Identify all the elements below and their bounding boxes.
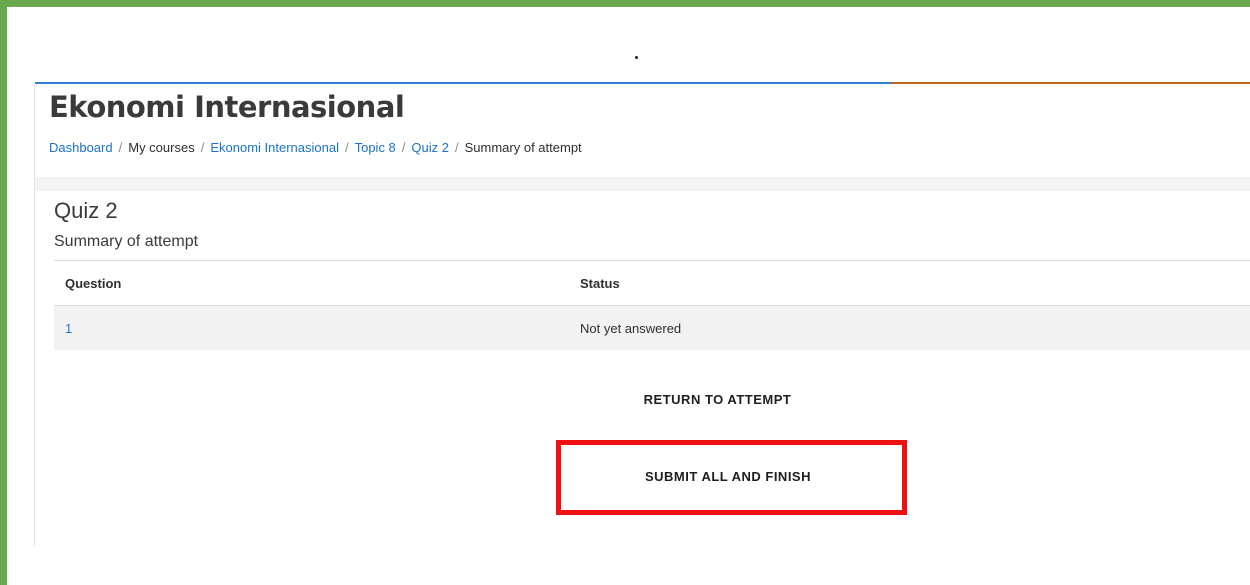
page-title: Ekonomi Internasional <box>49 90 405 124</box>
status-cell: Not yet answered <box>569 305 1250 350</box>
quiz-title: Quiz 2 <box>54 198 118 223</box>
breadcrumb-course[interactable]: Ekonomi Internasional <box>210 140 339 155</box>
summary-table: Question Status 1 Not yet answered <box>54 260 1250 350</box>
breadcrumb: Dashboard / My courses / Ekonomi Internasion… <box>49 140 582 155</box>
table-header-row: Question Status <box>54 260 1250 306</box>
question-link[interactable]: 1 <box>65 321 72 336</box>
breadcrumb-separator: / <box>344 140 349 155</box>
summary-heading: Summary of attempt <box>54 233 199 250</box>
accent-bar-orange <box>891 82 1250 84</box>
breadcrumb-my-courses: My courses <box>128 140 195 155</box>
breadcrumb-separator: / <box>118 140 123 155</box>
breadcrumb-separator: / <box>401 140 406 155</box>
breadcrumb-separator: / <box>455 140 459 155</box>
column-header-question: Question <box>54 260 569 306</box>
breadcrumb-quiz[interactable]: Quiz 2 <box>411 140 449 155</box>
content-left-border <box>34 84 35 546</box>
breadcrumb-dashboard[interactable]: Dashboard <box>49 140 113 155</box>
breadcrumb-topic[interactable]: Topic 8 <box>355 140 396 155</box>
breadcrumb-current: Summary of attempt <box>464 140 582 155</box>
header-accent-bar <box>35 82 1250 84</box>
return-to-attempt-button[interactable]: RETURN TO ATTEMPT <box>610 383 825 415</box>
dot-marker <box>635 56 638 59</box>
breadcrumb-separator: / <box>200 140 205 155</box>
question-cell: 1 <box>54 305 569 350</box>
table-row: 1 Not yet answered <box>54 305 1250 350</box>
region-divider <box>35 177 1250 191</box>
submit-all-and-finish-button[interactable]: SUBMIT ALL AND FINISH <box>560 446 896 506</box>
column-header-status: Status <box>569 260 1250 306</box>
accent-bar-blue <box>35 82 891 84</box>
